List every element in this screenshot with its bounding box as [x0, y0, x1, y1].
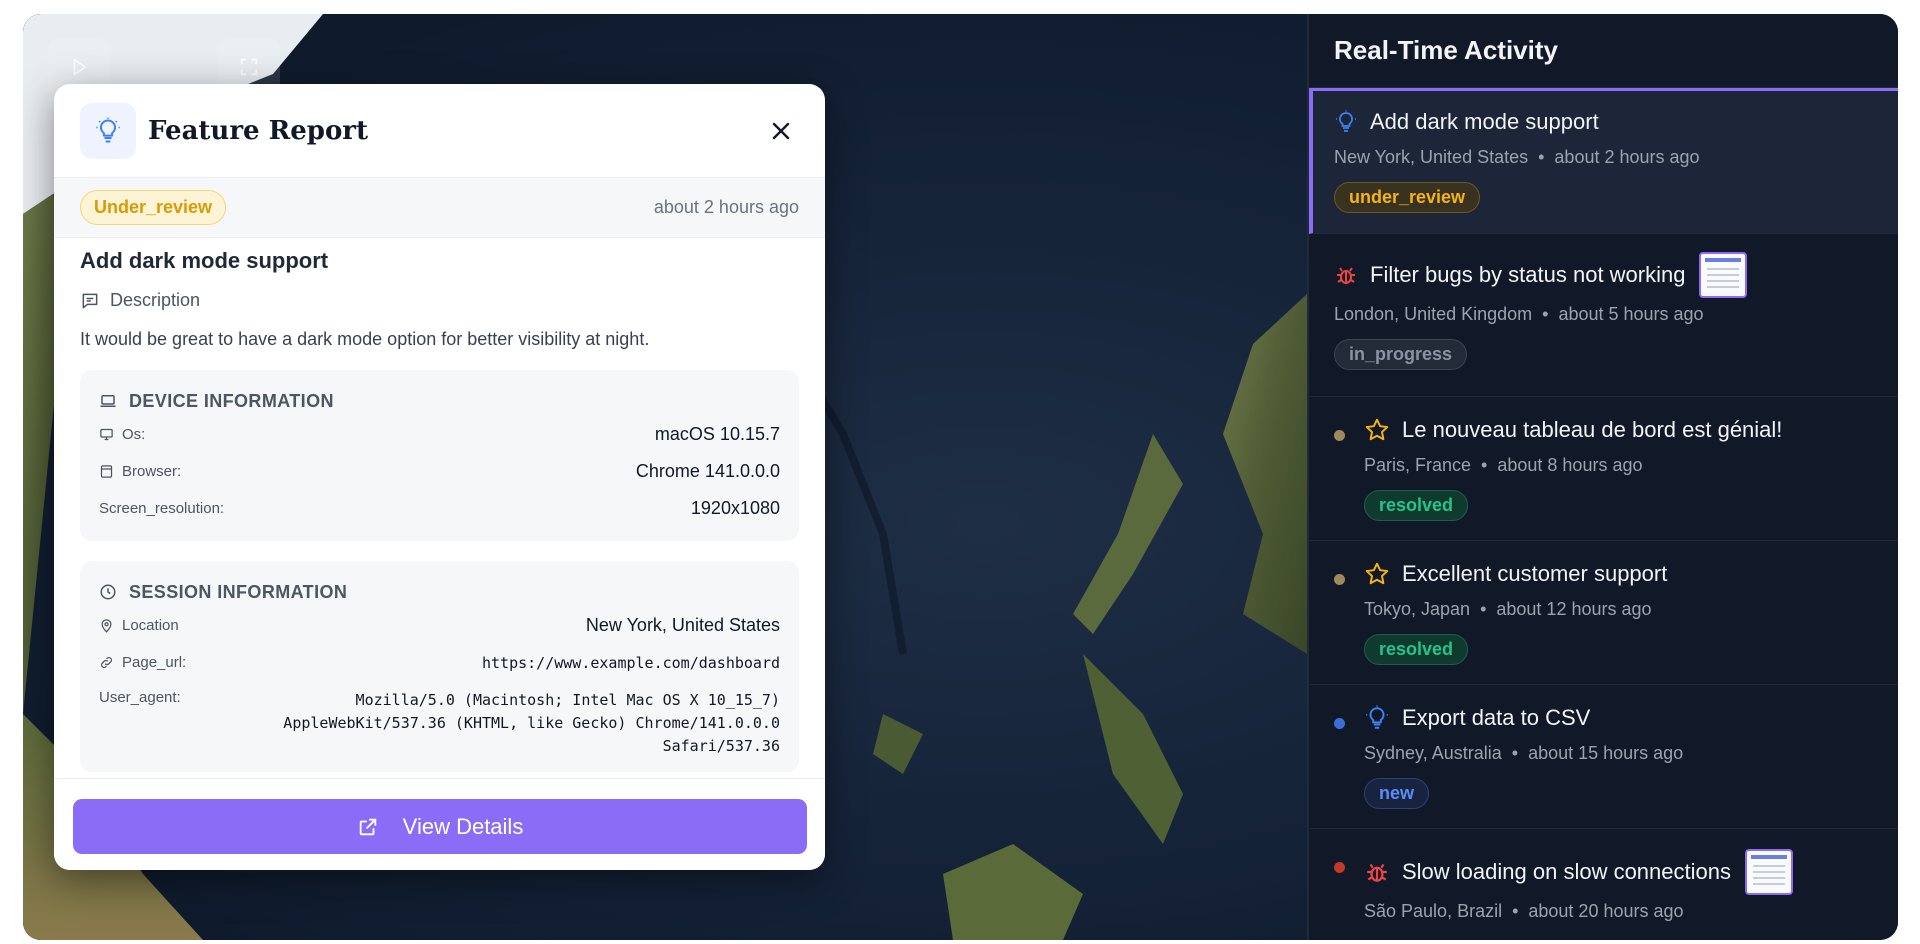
activity-panel: Real-Time Activity Add dark mode support…: [1307, 14, 1898, 940]
activity-location: Sydney, Australia: [1364, 743, 1502, 763]
page-url-row: Page_url: https://www.example.com/dashbo…: [99, 644, 780, 681]
activity-location: New York, United States: [1334, 147, 1529, 167]
status-bar: Under_review about 2 hours ago: [54, 178, 825, 238]
activity-item[interactable]: Slow loading on slow connections São Pau…: [1309, 829, 1898, 940]
feature-report-modal: Feature Report Under_review about 2 hour…: [54, 84, 825, 870]
view-details-button[interactable]: View Details: [73, 799, 807, 854]
page-url-value: https://www.example.com/dashboard: [481, 653, 780, 672]
user-agent-row: User_agent: Mozilla/5.0 (Macintosh; Inte…: [99, 681, 780, 758]
external-link-icon: [359, 818, 376, 835]
activity-title: Export data to CSV: [1402, 705, 1591, 730]
report-title: Add dark mode support: [80, 248, 329, 273]
activity-title: Slow loading on slow connections: [1402, 859, 1731, 884]
location-value: New York, United States: [585, 615, 780, 635]
activity-time: about 2 hours ago: [1554, 147, 1700, 167]
activity-title: Add dark mode support: [1370, 109, 1599, 134]
screenshot-thumbnail[interactable]: [1744, 849, 1793, 895]
activity-location: São Paulo, Brazil: [1364, 901, 1503, 921]
clock-icon: [100, 584, 116, 600]
os-label: Os:: [122, 426, 146, 443]
activity-panel-title: Real-Time Activity: [1309, 14, 1898, 88]
activity-location: Tokyo, Japan: [1364, 599, 1471, 619]
user-agent-label: User_agent:: [99, 689, 181, 706]
status-dot: [1334, 430, 1345, 441]
session-information-heading: SESSION INFORMATION: [99, 577, 780, 607]
link-icon: [101, 657, 112, 668]
bug-icon: [1337, 267, 1355, 284]
status-badge: under_review: [1334, 182, 1481, 213]
activity-time: about 12 hours ago: [1496, 599, 1652, 619]
activity-title: Excellent customer support: [1402, 561, 1668, 586]
browser-icon: [100, 465, 113, 478]
browser-label: Browser:: [122, 463, 182, 480]
laptop-icon: [100, 395, 116, 407]
modal-type-icon-box: [80, 102, 136, 159]
monitor-icon: [100, 428, 113, 441]
activity-time: about 20 hours ago: [1528, 901, 1684, 921]
activity-item[interactable]: Filter bugs by status not working London…: [1309, 234, 1898, 397]
view-details-label: View Details: [402, 813, 524, 839]
device-information-card: DEVICE INFORMATION Os: macOS 10.15.7 Bro…: [80, 370, 799, 541]
status-dot: [1334, 574, 1345, 585]
activity-location: London, United Kingdom: [1334, 304, 1533, 324]
status-badge: in_progress: [1334, 339, 1468, 370]
location-row: Location New York, United States: [99, 607, 780, 644]
modal-title: Feature Report: [148, 115, 369, 146]
lightbulb-icon: [1336, 110, 1356, 132]
user-agent-value: Mozilla/5.0 (Macintosh; Intel Mac OS X 1…: [283, 691, 780, 755]
os-row: Os: macOS 10.15.7: [99, 416, 780, 453]
star-icon: [1365, 418, 1389, 441]
activity-time: about 15 hours ago: [1528, 743, 1684, 763]
status-badge: Under_review: [80, 190, 227, 225]
page-url-label: Page_url:: [122, 654, 187, 671]
activity-location: Paris, France: [1364, 455, 1472, 475]
screen-resolution-row: Screen_resolution: 1920x1080: [99, 490, 780, 527]
screen-resolution-label: Screen_resolution:: [99, 500, 225, 517]
map-pin-icon: [101, 619, 112, 633]
lightbulb-icon: [1366, 705, 1388, 729]
app-frame: Feature Report Under_review about 2 hour…: [23, 14, 1898, 940]
close-icon: [772, 122, 790, 139]
status-badge: resolved: [1364, 490, 1469, 521]
activity-item[interactable]: Export data to CSV Sydney, Australia • abo…: [1309, 685, 1898, 829]
star-icon: [1365, 562, 1389, 585]
message-icon: [82, 293, 98, 308]
device-information-heading: DEVICE INFORMATION: [99, 386, 780, 416]
activity-time: about 5 hours ago: [1558, 304, 1704, 324]
activity-item[interactable]: Le nouveau tableau de bord est génial! P…: [1309, 397, 1898, 541]
play-icon: [73, 58, 87, 76]
browser-value: Chrome 141.0.0.0: [635, 461, 780, 481]
activity-title: Filter bugs by status not working: [1370, 262, 1686, 287]
browser-row: Browser: Chrome 141.0.0.0: [99, 453, 780, 490]
close-button[interactable]: [763, 113, 799, 149]
activity-title: Le nouveau tableau de bord est génial!: [1402, 417, 1783, 442]
status-badge: new: [1364, 778, 1430, 809]
report-time: about 2 hours ago: [653, 197, 799, 217]
location-label: Location: [122, 617, 179, 634]
screen-resolution-value: 1920x1080: [690, 498, 780, 518]
activity-time: about 8 hours ago: [1497, 455, 1643, 475]
description-text: It would be great to have a dark mode op…: [80, 329, 650, 349]
status-dot: [1334, 862, 1345, 873]
status-badge: resolved: [1364, 634, 1469, 665]
activity-item[interactable]: Excellent customer support Tokyo, Japan •…: [1309, 541, 1898, 685]
status-dot: [1334, 718, 1345, 729]
description-label: Description: [80, 290, 799, 311]
screenshot-thumbnail[interactable]: [1699, 252, 1748, 298]
fullscreen-icon: [240, 58, 258, 76]
modal-footer: View Details: [54, 778, 825, 870]
modal-header: Feature Report: [54, 84, 825, 178]
activity-item[interactable]: Add dark mode support New York, United S…: [1309, 88, 1898, 234]
modal-body[interactable]: Add dark mode support Description It wou…: [54, 238, 825, 778]
bug-icon: [1367, 863, 1387, 882]
lightbulb-icon: [96, 117, 120, 142]
os-value: macOS 10.15.7: [654, 424, 780, 444]
session-information-card: SESSION INFORMATION Location New York, U…: [80, 561, 799, 772]
